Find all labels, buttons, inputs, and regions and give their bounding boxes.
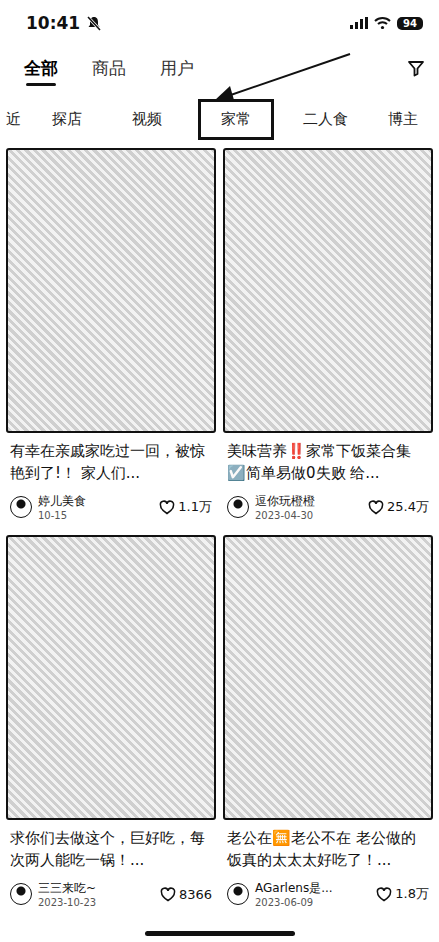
- note-photo[interactable]: [6, 535, 216, 820]
- note-title[interactable]: 老公在🈚老公不在 老公做的饭真的太太太好吃了！...: [223, 820, 433, 876]
- note-grid: 有幸在亲戚家吃过一回，被惊艳到了!！ 家人们... 婷儿美食10-15 1.1万美味…: [0, 148, 439, 914]
- author-info: 婷儿美食10-15: [38, 493, 153, 521]
- note-card[interactable]: 求你们去做这个，巨好吃，每次两人能吃一锅！... 三三来吃~2023-10-23 8…: [6, 535, 216, 914]
- post-date: 2023-06-09: [255, 897, 370, 908]
- status-right: 94: [350, 17, 423, 30]
- bell-off-icon: [86, 15, 102, 31]
- like-count[interactable]: 1.1万: [159, 498, 212, 516]
- author-name[interactable]: 婷儿美食: [38, 493, 153, 510]
- category-chips: 近探店视频家常二人食博主: [0, 90, 439, 148]
- category-chip[interactable]: 近: [0, 100, 30, 139]
- search-tabs: 全部商品用户: [0, 46, 439, 90]
- heart-icon: [368, 500, 384, 515]
- home-indicator: [145, 931, 295, 936]
- like-number: 8366: [179, 887, 212, 902]
- search-tab[interactable]: 商品: [92, 51, 126, 86]
- note-title[interactable]: 求你们去做这个，巨好吃，每次两人能吃一锅！...: [6, 820, 216, 876]
- search-tab[interactable]: 全部: [24, 51, 58, 86]
- category-chip[interactable]: 家常: [198, 99, 274, 140]
- like-count[interactable]: 25.4万: [368, 498, 429, 516]
- author-avatar[interactable]: [10, 496, 32, 518]
- like-count[interactable]: 1.8万: [376, 885, 429, 903]
- post-date: 10-15: [38, 510, 153, 521]
- author-info: AGarlens是...2023-06-09: [255, 880, 370, 908]
- like-number: 25.4万: [387, 498, 429, 516]
- note-card[interactable]: 美味营养‼️家常下饭菜合集☑️简单易做0失败 给...逗你玩橙橙2023-04-…: [223, 148, 433, 527]
- note-title[interactable]: 美味营养‼️家常下饭菜合集☑️简单易做0失败 给...: [223, 433, 433, 489]
- note-meta: 逗你玩橙橙2023-04-30 25.4万: [223, 489, 433, 527]
- like-count[interactable]: 8366: [160, 887, 212, 902]
- like-number: 1.1万: [178, 498, 212, 516]
- category-chip[interactable]: 视频: [104, 100, 190, 139]
- author-name[interactable]: 三三来吃~: [38, 880, 154, 897]
- author-avatar[interactable]: [227, 496, 249, 518]
- battery-level: 94: [397, 17, 423, 30]
- clock: 10:41: [26, 13, 80, 33]
- heart-icon: [160, 887, 176, 902]
- post-date: 2023-04-30: [255, 510, 362, 521]
- author-name[interactable]: 逗你玩橙橙: [255, 493, 362, 510]
- heart-icon: [376, 887, 392, 902]
- status-bar: 10:41 94: [0, 0, 439, 46]
- heart-icon: [159, 500, 175, 515]
- author-avatar[interactable]: [10, 883, 32, 905]
- search-tab[interactable]: 用户: [160, 51, 194, 86]
- signal-icon: [350, 17, 368, 29]
- note-photo[interactable]: [223, 148, 433, 433]
- note-photo[interactable]: [223, 535, 433, 820]
- note-title[interactable]: 有幸在亲戚家吃过一回，被惊艳到了!！ 家人们...: [6, 433, 216, 489]
- author-info: 三三来吃~2023-10-23: [38, 880, 154, 908]
- like-number: 1.8万: [395, 885, 429, 903]
- note-card[interactable]: 有幸在亲戚家吃过一回，被惊艳到了!！ 家人们... 婷儿美食10-15 1.1万: [6, 148, 216, 527]
- wifi-icon: [374, 17, 391, 29]
- note-photo[interactable]: [6, 148, 216, 433]
- category-chip[interactable]: 探店: [30, 100, 104, 139]
- filter-icon[interactable]: [407, 59, 425, 77]
- status-left: 10:41: [26, 13, 102, 33]
- author-name[interactable]: AGarlens是...: [255, 880, 370, 897]
- note-meta: AGarlens是...2023-06-09 1.8万: [223, 876, 433, 914]
- author-avatar[interactable]: [227, 883, 249, 905]
- note-meta: 婷儿美食10-15 1.1万: [6, 489, 216, 527]
- post-date: 2023-10-23: [38, 897, 154, 908]
- category-chip[interactable]: 二人食: [282, 100, 368, 139]
- author-info: 逗你玩橙橙2023-04-30: [255, 493, 362, 521]
- note-card[interactable]: 老公在🈚老公不在 老公做的饭真的太太太好吃了！...AGarlens是...20…: [223, 535, 433, 914]
- category-chip[interactable]: 博主: [368, 100, 438, 139]
- annotation-arrow-icon: [200, 48, 360, 108]
- note-meta: 三三来吃~2023-10-23 8366: [6, 876, 216, 914]
